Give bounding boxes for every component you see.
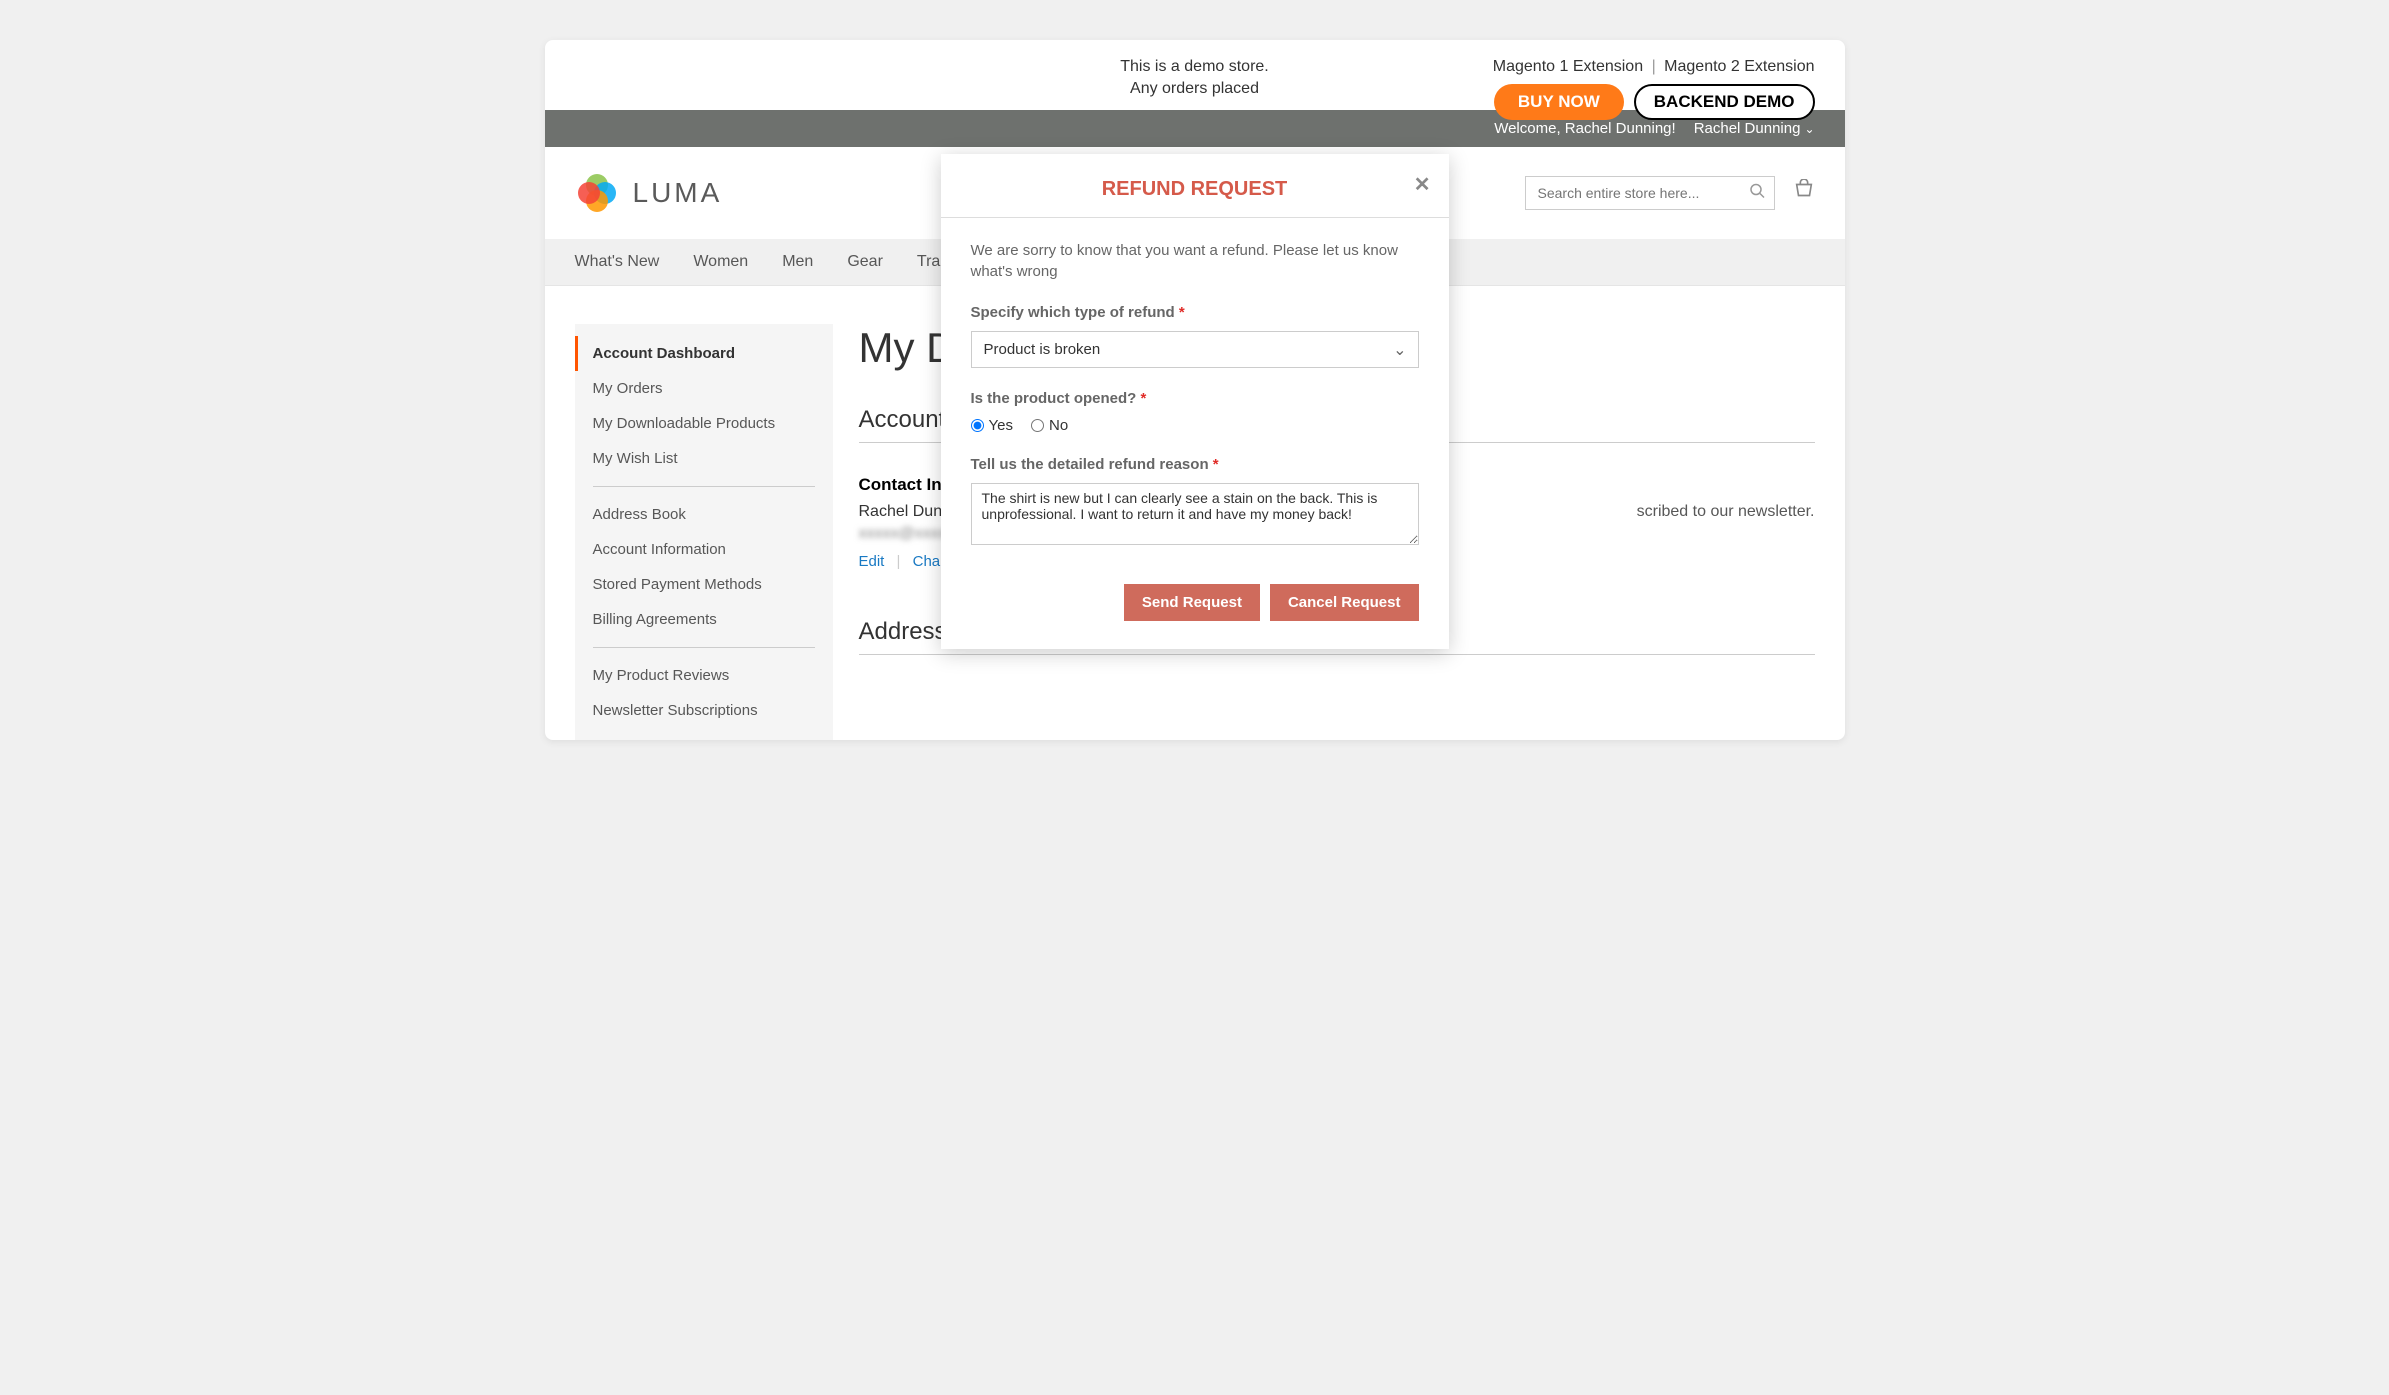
welcome-text: Welcome, Rachel Dunning! [1494, 120, 1675, 137]
backend-demo-button[interactable]: BACKEND DEMO [1634, 84, 1815, 120]
logo-text: LUMA [633, 177, 723, 209]
label-text: Is the product opened? [971, 390, 1137, 407]
modal-message: We are sorry to know that you want a ref… [971, 240, 1419, 282]
label-text: Tell us the detailed refund reason [971, 456, 1209, 473]
sidebar-divider [593, 486, 815, 487]
send-request-button[interactable]: Send Request [1124, 584, 1260, 621]
required-indicator: * [1141, 390, 1147, 407]
refund-type-label: Specify which type of refund * [971, 304, 1419, 321]
promo-buttons: BUY NOW BACKEND DEMO [1494, 84, 1815, 120]
sidebar-item-address[interactable]: Address Book [575, 497, 833, 532]
link-separator: | [897, 553, 901, 570]
sidebar-item-dashboard[interactable]: Account Dashboard [575, 336, 833, 371]
cart-icon[interactable] [1793, 179, 1815, 207]
required-indicator: * [1213, 456, 1219, 473]
sidebar-item-payment[interactable]: Stored Payment Methods [575, 567, 833, 602]
refund-reason-label: Tell us the detailed refund reason * [971, 456, 1419, 473]
radio-yes-label[interactable]: Yes [971, 417, 1013, 434]
demo-notice: This is a demo store. Any orders placed … [545, 40, 1845, 110]
link-separator: | [1652, 58, 1656, 75]
product-opened-radios: Yes No [971, 417, 1419, 434]
sidebar-item-wishlist[interactable]: My Wish List [575, 441, 833, 476]
cancel-request-button[interactable]: Cancel Request [1270, 584, 1419, 621]
nav-whats-new[interactable]: What's New [575, 253, 660, 271]
sidebar-item-billing[interactable]: Billing Agreements [575, 602, 833, 637]
refund-type-select[interactable]: Product is broken [971, 331, 1419, 368]
radio-yes-text: Yes [989, 417, 1013, 434]
modal-title-text: REFUND REQUEST [1102, 178, 1288, 200]
sidebar-item-orders[interactable]: My Orders [575, 371, 833, 406]
page-container: This is a demo store. Any orders placed … [545, 40, 1845, 740]
nav-gear[interactable]: Gear [847, 253, 883, 271]
radio-no[interactable] [1031, 419, 1044, 432]
sidebar-divider [593, 647, 815, 648]
refund-request-modal: REFUND REQUEST ✕ We are sorry to know th… [941, 154, 1449, 649]
sidebar-item-reviews[interactable]: My Product Reviews [575, 658, 833, 693]
chevron-down-icon: ⌄ [1804, 122, 1814, 136]
radio-no-text: No [1049, 417, 1068, 434]
product-opened-label: Is the product opened? * [971, 390, 1419, 407]
user-name: Rachel Dunning [1694, 120, 1801, 137]
header-right [1525, 176, 1815, 210]
extension-links: Magento 1 Extension | Magento 2 Extensio… [1493, 58, 1815, 76]
logo[interactable]: LUMA [575, 171, 723, 215]
user-dropdown[interactable]: Rachel Dunning ⌄ [1694, 120, 1815, 137]
sidebar: Account Dashboard My Orders My Downloada… [575, 324, 833, 740]
nav-men[interactable]: Men [782, 253, 813, 271]
search-icon[interactable] [1749, 183, 1765, 204]
nav-women[interactable]: Women [693, 253, 748, 271]
close-icon[interactable]: ✕ [1414, 172, 1431, 197]
modal-buttons: Send Request Cancel Request [971, 584, 1419, 621]
sidebar-item-newsletter[interactable]: Newsletter Subscriptions [575, 693, 833, 728]
sidebar-item-account-info[interactable]: Account Information [575, 532, 833, 567]
sidebar-item-downloadable[interactable]: My Downloadable Products [575, 406, 833, 441]
required-indicator: * [1179, 304, 1185, 321]
radio-yes[interactable] [971, 419, 984, 432]
edit-link[interactable]: Edit [859, 553, 885, 570]
modal-body: We are sorry to know that you want a ref… [941, 218, 1449, 649]
magento1-link[interactable]: Magento 1 Extension [1493, 58, 1643, 75]
search-input[interactable] [1525, 176, 1775, 210]
radio-no-label[interactable]: No [1031, 417, 1068, 434]
logo-icon [575, 171, 619, 215]
refund-type-select-wrap: Product is broken ⌄ [971, 331, 1419, 368]
label-text: Specify which type of refund [971, 304, 1175, 321]
modal-title: REFUND REQUEST ✕ [941, 154, 1449, 218]
search-box [1525, 176, 1775, 210]
refund-reason-textarea[interactable] [971, 483, 1419, 545]
buy-now-button[interactable]: BUY NOW [1494, 84, 1624, 120]
magento2-link[interactable]: Magento 2 Extension [1664, 58, 1814, 75]
